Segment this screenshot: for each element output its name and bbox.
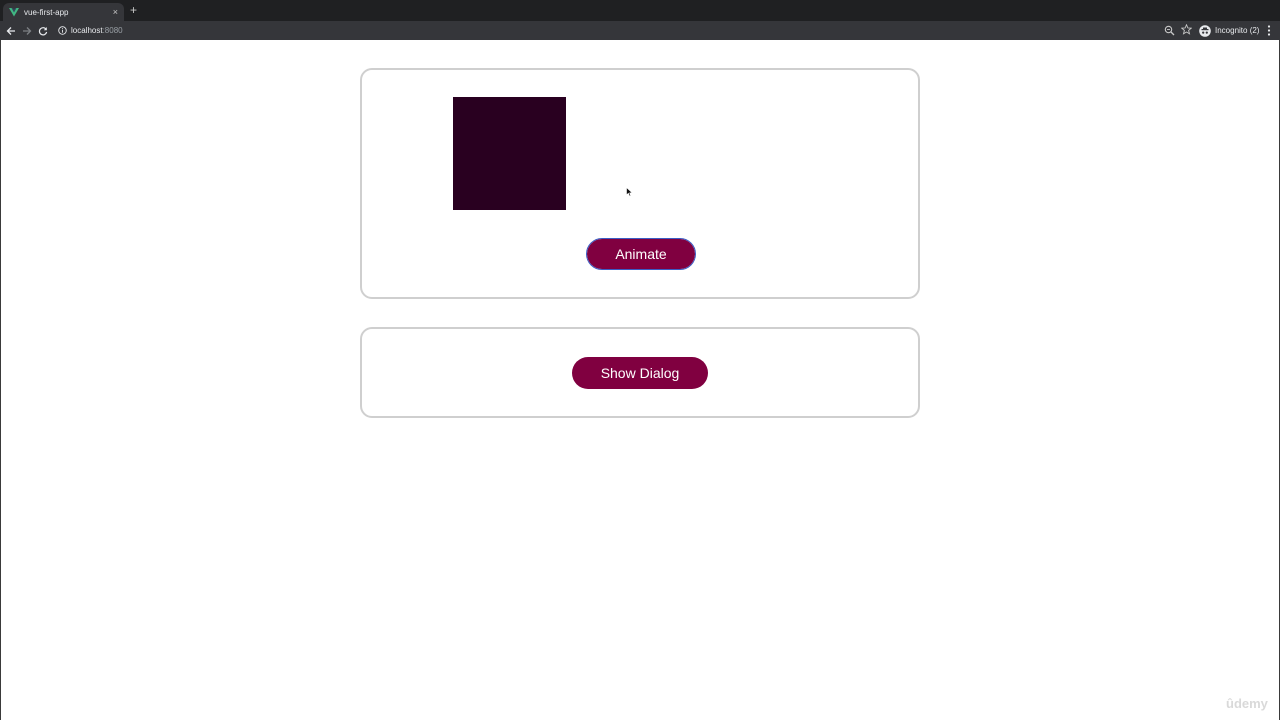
page-edge-left bbox=[0, 40, 1, 720]
incognito-label: Incognito (2) bbox=[1215, 26, 1260, 35]
address-bar[interactable]: localhost:8080 bbox=[54, 23, 1194, 38]
kebab-menu-icon[interactable] bbox=[1264, 24, 1274, 37]
new-tab-icon[interactable]: + bbox=[130, 4, 137, 16]
dialog-card: Show Dialog bbox=[360, 327, 920, 418]
url-host: localhost bbox=[71, 26, 103, 35]
zoom-icon[interactable] bbox=[1164, 25, 1175, 36]
reload-button[interactable] bbox=[36, 24, 49, 37]
browser-tab[interactable]: vue-first-app × bbox=[3, 3, 124, 21]
bookmark-star-icon[interactable] bbox=[1181, 24, 1192, 35]
browser-toolbar: localhost:8080 Incognito (2) bbox=[0, 21, 1280, 40]
info-icon[interactable] bbox=[58, 26, 67, 35]
incognito-icon bbox=[1199, 24, 1211, 37]
arrow-left-icon bbox=[6, 26, 15, 35]
mouse-cursor-icon bbox=[626, 187, 633, 197]
tab-bar: vue-first-app × + bbox=[0, 0, 1280, 21]
back-button[interactable] bbox=[4, 24, 17, 37]
animated-block bbox=[453, 97, 566, 210]
vue-logo-icon bbox=[9, 8, 19, 17]
incognito-indicator[interactable]: Incognito (2) bbox=[1199, 24, 1259, 37]
tab-close-icon[interactable]: × bbox=[113, 7, 118, 17]
arrow-right-icon bbox=[22, 26, 31, 35]
show-dialog-button[interactable]: Show Dialog bbox=[572, 357, 708, 389]
reload-icon bbox=[38, 26, 47, 35]
forward-button[interactable] bbox=[20, 24, 33, 37]
url-port: :8080 bbox=[102, 26, 123, 35]
udemy-watermark: ûdemy bbox=[1226, 696, 1268, 711]
animate-button[interactable]: Animate bbox=[586, 238, 696, 270]
animation-card: Animate bbox=[360, 68, 920, 299]
tab-title: vue-first-app bbox=[24, 7, 69, 17]
